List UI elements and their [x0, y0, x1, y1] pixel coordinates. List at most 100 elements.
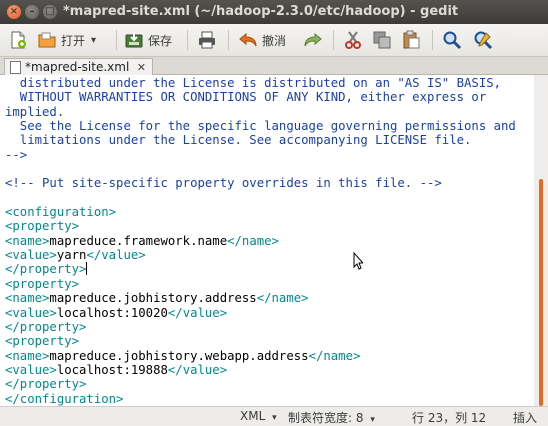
xml-close-tag: </value>: [86, 248, 146, 263]
open-dropdown-icon[interactable]: ▾: [91, 35, 96, 46]
language-label: XML: [240, 409, 266, 423]
copy-icon: [372, 30, 392, 50]
code-line: </configuration>: [5, 392, 123, 406]
code-line: <value>localhost:10020</value>: [5, 306, 227, 320]
toolbar-separator: [333, 30, 334, 50]
language-dropdown-icon: ▾: [272, 413, 277, 423]
xml-value: yarn: [56, 248, 87, 263]
code-line: <property>: [5, 219, 79, 233]
code-line: implied.: [5, 105, 64, 119]
code-line: See the License for the specific languag…: [5, 119, 516, 133]
scrollbar-thumb[interactable]: [539, 179, 543, 406]
save-icon: [124, 30, 144, 50]
new-document-button[interactable]: [8, 28, 28, 52]
comment-text: limitations under the License. See accom…: [5, 133, 472, 148]
xml-value: mapreduce.jobhistory.webapp.address: [49, 348, 309, 363]
insert-mode: 插入: [513, 411, 538, 425]
language-selector[interactable]: XML ▾: [240, 409, 277, 423]
save-button[interactable]: 保存: [124, 28, 172, 52]
comment-text: WITHOUT WARRANTIES OR CONDITIONS OF ANY …: [5, 90, 487, 105]
code-line: <!-- Put site-specific property override…: [5, 176, 442, 190]
redo-button[interactable]: [303, 28, 323, 52]
open-label: 打开: [61, 33, 86, 48]
xml-value: mapreduce.jobhistory.address: [49, 291, 257, 306]
toolbar-separator: [228, 30, 229, 50]
search-replace-button[interactable]: [473, 28, 493, 52]
code-line: WITHOUT WARRANTIES OR CONDITIONS OF ANY …: [5, 90, 486, 104]
code-line: <configuration>: [5, 205, 116, 219]
paste-button[interactable]: [401, 28, 421, 52]
print-button[interactable]: [197, 28, 217, 52]
maximize-window-button[interactable]: □: [43, 5, 57, 19]
xml-tag: </configuration>: [5, 391, 124, 406]
window-title: *mapred-site.xml (~/hadoop-2.3.0/etc/had…: [63, 4, 459, 19]
comment-text: -->: [5, 147, 28, 162]
tab-mapred-site-xml[interactable]: *mapred-site.xml ✕: [4, 58, 153, 75]
toolbar: 打开 ▾ 保存 撤消: [0, 24, 548, 57]
search-button[interactable]: [442, 28, 462, 52]
xml-close-tag: </value>: [167, 362, 228, 377]
xml-open-tag: <value>: [5, 362, 57, 377]
tab-width-selector[interactable]: 制表符宽度: 8 ▾: [288, 409, 375, 426]
code-line: <property>: [5, 277, 79, 291]
xml-tag: <configuration>: [5, 205, 117, 220]
new-document-icon: [8, 30, 28, 50]
xml-tag: <property>: [5, 219, 80, 234]
close-tab-icon[interactable]: ✕: [137, 61, 146, 74]
status-bar: XML ▾ 制表符宽度: 8 ▾ 行 23，列 12 插入: [0, 406, 548, 425]
toolbar-separator: [187, 30, 188, 50]
redo-arrow-icon: [303, 30, 323, 50]
text-cursor-icon: [353, 251, 365, 274]
xml-open-tag: <value>: [5, 248, 57, 263]
xml-open-tag: <value>: [5, 305, 57, 320]
xml-open-tag: <name>: [5, 291, 50, 306]
code-line: -->: [5, 148, 27, 162]
undo-arrow-icon: [238, 30, 258, 50]
code-line: </property>: [5, 377, 86, 391]
comment-text: distributed under the License is distrib…: [5, 76, 502, 90]
vertical-scrollbar[interactable]: [534, 75, 548, 406]
xml-close-tag: </name>: [308, 348, 361, 363]
text-editor[interactable]: distributed under the License is distrib…: [0, 75, 534, 406]
undo-button[interactable]: 撤消: [238, 28, 286, 52]
save-label: 保存: [148, 33, 173, 48]
cursor-position: 行 23，列 12: [412, 411, 487, 425]
xml-value: localhost:19888: [56, 362, 168, 377]
title-bar: × – □ *mapred-site.xml (~/hadoop-2.3.0/e…: [0, 0, 548, 24]
cut-button[interactable]: [343, 28, 363, 52]
code-line: <name>mapreduce.jobhistory.address</name…: [5, 291, 309, 305]
tab-label: *mapred-site.xml: [25, 60, 130, 74]
xml-tag: </property>: [5, 262, 87, 277]
xml-tag: <property>: [5, 276, 80, 291]
search-replace-icon: [473, 30, 493, 50]
search-icon: [442, 30, 462, 50]
toolbar-separator: [432, 30, 433, 50]
code-line: <name>mapreduce.framework.name</name>: [5, 234, 279, 248]
printer-icon: [197, 30, 217, 50]
comment-text: <!-- Put site-specific property override…: [5, 176, 442, 191]
xml-tag: <property>: [5, 334, 80, 349]
code-view[interactable]: distributed under the License is distrib…: [0, 75, 534, 406]
toolbar-separator: [116, 30, 117, 50]
xml-tag: </property>: [5, 319, 87, 334]
copy-button[interactable]: [372, 28, 392, 52]
code-line: distributed under the License is distrib…: [5, 76, 501, 90]
code-line: <value>localhost:19888</value>: [5, 363, 227, 377]
code-line: </property>: [5, 320, 86, 334]
open-button[interactable]: 打开 ▾: [37, 28, 96, 52]
code-line: <property>: [5, 334, 79, 348]
comment-text: implied.: [5, 104, 65, 119]
xml-tag: </property>: [5, 377, 87, 392]
tab-width-label: 制表符宽度: 8: [288, 411, 364, 425]
xml-close-tag: </value>: [167, 305, 228, 320]
clipboard-icon: [401, 30, 421, 50]
close-window-button[interactable]: ×: [7, 5, 21, 19]
minimize-window-button[interactable]: –: [25, 5, 39, 19]
xml-open-tag: <name>: [5, 233, 50, 248]
scissors-icon: [343, 30, 363, 50]
code-line: <name>mapreduce.jobhistory.webapp.addres…: [5, 349, 360, 363]
text-caret: [86, 262, 88, 276]
undo-label: 撤消: [262, 33, 287, 48]
xml-open-tag: <name>: [5, 348, 50, 363]
xml-close-tag: </name>: [256, 291, 309, 306]
